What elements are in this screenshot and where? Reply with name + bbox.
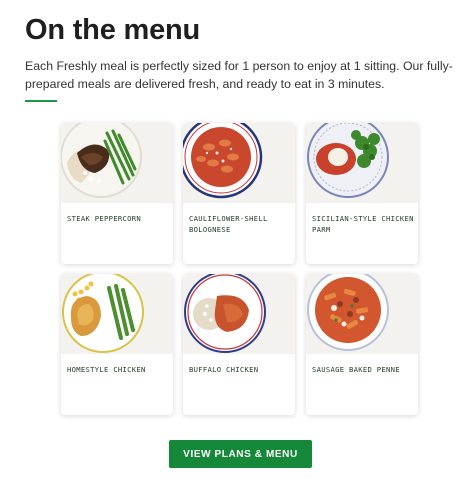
meal-card[interactable]: SICILIAN-STYLE CHICKEN PARM (306, 123, 418, 264)
meal-image (61, 274, 173, 354)
meal-name: SAUSAGE BAKED PENNE (312, 365, 400, 374)
view-plans-menu-button[interactable]: VIEW PLANS & MENU (169, 440, 312, 468)
meal-card[interactable]: BUFFALO CHICKEN (183, 274, 295, 415)
meal-image (61, 123, 173, 203)
meal-card[interactable]: SAUSAGE BAKED PENNE (306, 274, 418, 415)
meal-image (183, 123, 295, 203)
meal-name: HOMESTYLE CHICKEN (67, 365, 146, 374)
meal-image (183, 274, 295, 354)
meal-card[interactable]: CAULIFLOWER-SHELL BOLOGNESE (183, 123, 295, 264)
meal-name: BUFFALO CHICKEN (189, 365, 259, 374)
meal-name: STEAK PEPPERCORN (67, 214, 142, 223)
page-title: On the menu (25, 14, 201, 46)
meal-card[interactable]: HOMESTYLE CHICKEN (61, 274, 173, 415)
meal-name: SICILIAN-STYLE CHICKEN PARM (312, 214, 414, 234)
menu-section: On the menu Each Freshly meal is perfect… (0, 0, 474, 482)
menu-description: Each Freshly meal is perfectly sized for… (25, 59, 453, 91)
meal-card[interactable]: STEAK PEPPERCORN (61, 123, 173, 264)
meal-image (306, 123, 418, 203)
meal-image (306, 274, 418, 354)
title-underline (25, 100, 57, 102)
meal-name: CAULIFLOWER-SHELL BOLOGNESE (189, 214, 268, 234)
